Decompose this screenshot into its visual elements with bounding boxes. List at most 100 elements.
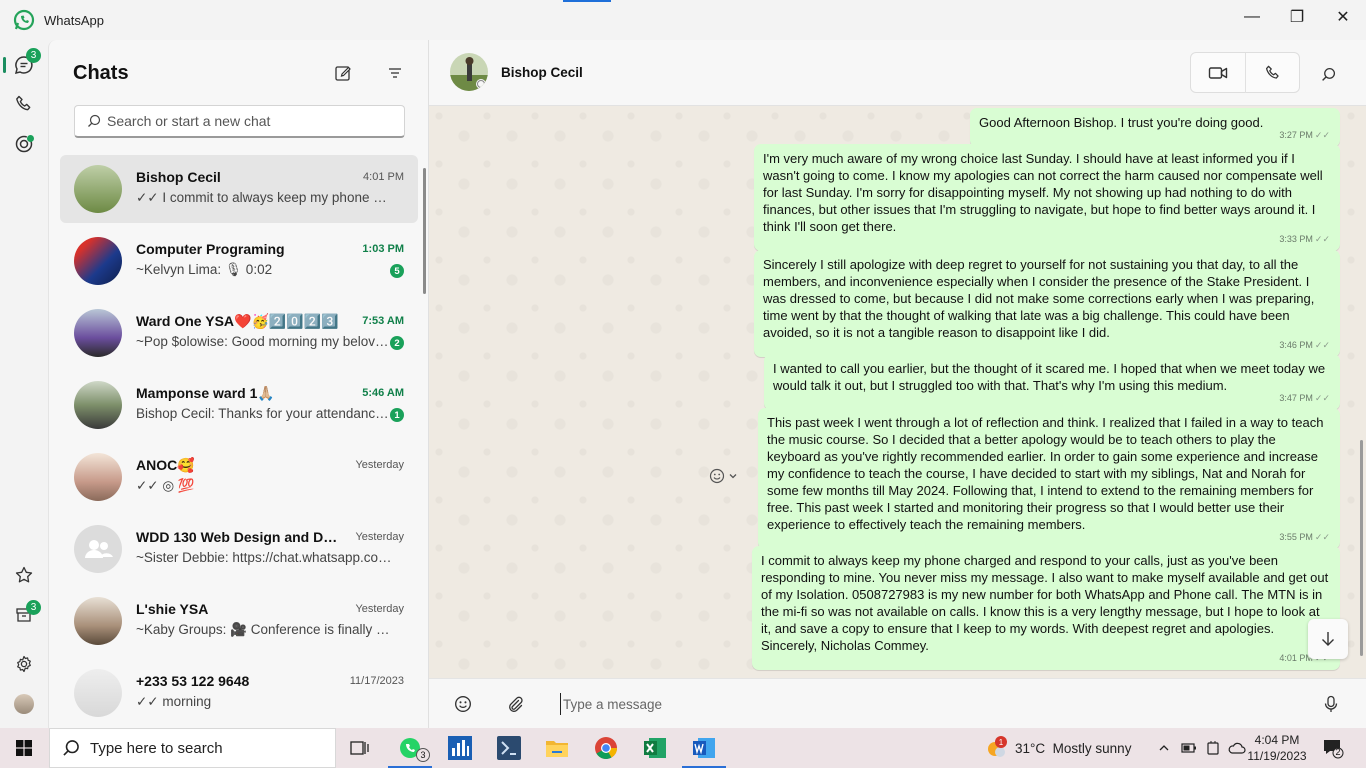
chat-avatar — [74, 381, 122, 429]
chat-list-item[interactable]: Ward One YSA❤️🥳2️⃣0️⃣2️⃣3️⃣ 7:53 AM ~Pop $… — [60, 299, 418, 367]
outgoing-message[interactable]: I wanted to call you earlier, but the th… — [764, 354, 1340, 410]
chevron-down-icon — [729, 474, 736, 479]
system-clock[interactable]: 4:04 PM 11/19/2023 — [1247, 732, 1307, 764]
chat-name: +233 53 122 9648 — [136, 673, 250, 689]
chat-list-item[interactable]: Bishop Cecil 4:01 PM ✓✓ I commit to always… — [60, 155, 418, 223]
chat-list-item[interactable]: L'shie YSA Yesterday ~Kaby Groups: 🎥 Confe… — [60, 587, 418, 655]
chat-search-box[interactable] — [74, 105, 405, 138]
message-time: 3:27 PM ✓✓ — [1279, 127, 1330, 144]
message-timestamp: 3:47 PM — [1279, 393, 1313, 403]
battery-icon — [1181, 743, 1196, 753]
star-icon — [15, 566, 33, 583]
chat-avatar — [74, 525, 122, 573]
minimize-button[interactable]: — — [1229, 0, 1275, 34]
chat-preview: ~Kaby Groups: 🎥 Conference is finally he… — [136, 622, 392, 637]
taskbar-app-chart[interactable] — [436, 728, 484, 768]
close-button[interactable]: ✕ — [1320, 0, 1366, 34]
unread-count-badge: 5 — [390, 264, 404, 278]
phone-icon — [1265, 65, 1279, 79]
double-check-icon: ✓✓ — [1314, 393, 1330, 403]
voice-call-button[interactable] — [1246, 53, 1300, 93]
rail-starred-button[interactable] — [8, 559, 40, 591]
tray-overflow-button[interactable] — [1155, 739, 1173, 757]
video-camera-icon — [1208, 67, 1228, 79]
message-text: I wanted to call you earlier, but the th… — [773, 361, 1326, 393]
rail-settings-button[interactable] — [8, 648, 40, 680]
outgoing-message[interactable]: This past week I went through a lot of r… — [758, 408, 1340, 549]
task-view-button[interactable] — [336, 728, 384, 768]
message-time: 3:55 PM ✓✓ — [1279, 529, 1330, 546]
rail-calls-button[interactable] — [8, 88, 40, 120]
video-call-button[interactable] — [1191, 53, 1245, 93]
tray-battery[interactable] — [1180, 739, 1198, 757]
message-scrollbar[interactable] — [1360, 440, 1363, 656]
chat-preview: Bishop Cecil: Thanks for your attendance… — [136, 406, 392, 421]
conversation-header[interactable]: Bishop Cecil — [429, 40, 1366, 106]
maximize-button[interactable]: ❐ — [1274, 0, 1320, 34]
chat-time: 7:53 AM — [362, 315, 404, 327]
chat-preview: ~Kelvyn Lima: 🎙 0:02 — [136, 262, 273, 277]
outgoing-message[interactable]: I commit to always keep my phone charged… — [752, 546, 1340, 670]
chat-avatar — [74, 669, 122, 717]
chat-list-item[interactable]: WDD 130 Web Design and Devel... Yesterday… — [60, 515, 418, 583]
chat-time: 1:03 PM — [362, 243, 404, 255]
weather-widget[interactable]: 1 31°C Mostly sunny — [985, 728, 1131, 768]
chat-time: 11/17/2023 — [349, 675, 404, 687]
contact-name[interactable]: Bishop Cecil — [501, 65, 583, 80]
start-button[interactable] — [0, 728, 48, 768]
archived-badge: 3 — [26, 600, 41, 615]
voice-message-button[interactable] — [1320, 693, 1342, 715]
double-check-icon: ✓✓ — [1314, 234, 1330, 244]
message-area[interactable]: Good Afternoon Bishop. I trust you're do… — [429, 106, 1366, 678]
reaction-button[interactable] — [702, 462, 744, 490]
chat-name: Computer Programing — [136, 241, 285, 257]
taskbar-search-box[interactable]: Type here to search — [49, 728, 336, 768]
loading-indicator — [563, 0, 611, 2]
chat-name: ANOC🥰 — [136, 457, 195, 473]
filter-button[interactable] — [384, 62, 406, 84]
contact-avatar[interactable] — [450, 53, 488, 91]
notification-center-button[interactable]: 2 — [1322, 737, 1344, 759]
scroll-to-bottom-button[interactable] — [1308, 619, 1348, 659]
chat-list-item[interactable]: Computer Programing 1:03 PM ~Kelvyn Lima: … — [60, 227, 418, 295]
chat-list-item[interactable]: ANOC🥰 Yesterday ✓✓ ◎ 💯 — [60, 443, 418, 511]
chat-avatar — [74, 453, 122, 501]
outgoing-message[interactable]: Sincerely I still apologize with deep re… — [754, 250, 1340, 357]
attach-button[interactable] — [504, 693, 526, 715]
unread-count-badge: 2 — [390, 336, 404, 350]
chat-list-item[interactable]: +233 53 122 9648 11/17/2023 ✓✓ morning — [60, 659, 418, 727]
chat-time: Yesterday — [355, 531, 404, 543]
emoji-button[interactable] — [452, 693, 474, 715]
chat-name: WDD 130 Web Design and Devel... — [136, 529, 341, 545]
tray-onedrive[interactable] — [1228, 739, 1246, 757]
rail-status-button[interactable] — [8, 128, 40, 160]
taskbar-whatsapp[interactable]: 3 — [386, 728, 434, 768]
chat-list-scrollbar[interactable] — [423, 168, 426, 294]
double-check-icon: ✓✓ — [1314, 340, 1330, 350]
chat-search-input[interactable] — [107, 113, 387, 129]
device-icon — [1207, 741, 1219, 755]
chat-avatar — [74, 597, 122, 645]
notification-count: 2 — [1335, 747, 1341, 757]
taskbar-word[interactable] — [680, 728, 728, 768]
chat-name: Mamponse ward 1🙏🏼 — [136, 385, 275, 401]
message-time: 3:47 PM ✓✓ — [1279, 390, 1330, 407]
taskbar-app-vscode[interactable] — [485, 728, 533, 768]
new-chat-button[interactable] — [332, 62, 354, 84]
folder-icon — [546, 741, 568, 757]
taskbar-file-explorer[interactable] — [533, 728, 581, 768]
taskbar-chrome[interactable] — [582, 728, 630, 768]
message-time: 3:33 PM ✓✓ — [1279, 231, 1330, 248]
message-text: Sincerely I still apologize with deep re… — [763, 257, 1315, 340]
taskbar-excel[interactable] — [631, 728, 679, 768]
outgoing-message[interactable]: I'm very much aware of my wrong choice l… — [754, 144, 1340, 251]
outgoing-message[interactable]: Good Afternoon Bishop. I trust you're do… — [970, 108, 1340, 147]
tray-device[interactable] — [1204, 739, 1222, 757]
conversation-search-button[interactable] — [1318, 64, 1338, 84]
chat-avatar — [74, 309, 122, 357]
profile-avatar[interactable] — [8, 688, 40, 720]
chat-name: Ward One YSA❤️🥳2️⃣0️⃣2️⃣3️⃣ — [136, 313, 339, 329]
word-icon — [693, 738, 715, 758]
message-input[interactable] — [560, 693, 1300, 715]
chat-list-item[interactable]: Mamponse ward 1🙏🏼 5:46 AM Bishop Cecil: Th… — [60, 371, 418, 439]
